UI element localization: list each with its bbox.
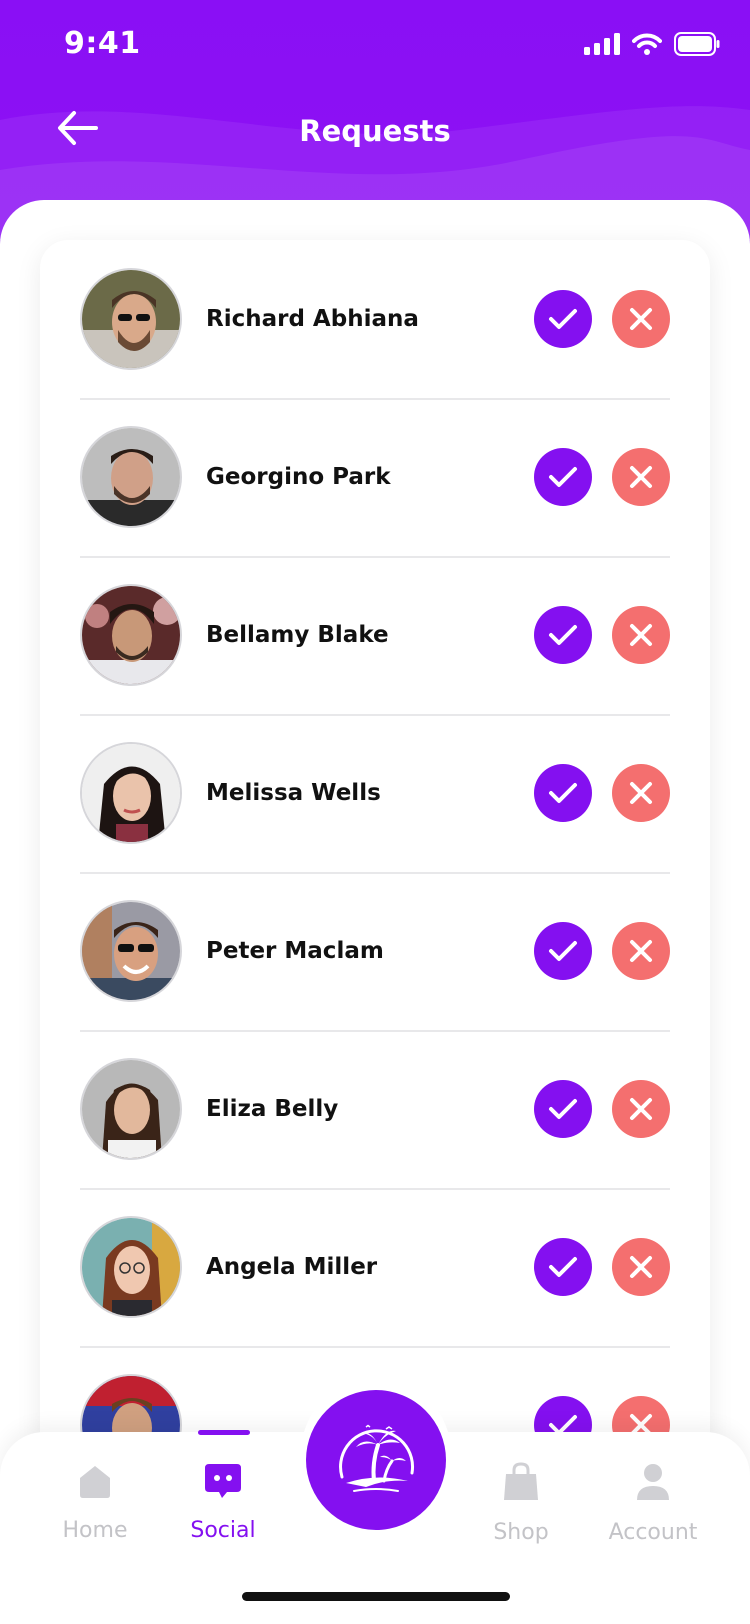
check-icon [549, 625, 577, 645]
close-icon [630, 940, 652, 962]
accept-button[interactable] [534, 448, 592, 506]
tab-account[interactable]: Account [588, 1462, 718, 1545]
decline-button[interactable] [612, 448, 670, 506]
check-icon [549, 783, 577, 803]
request-row: Georgino Park [80, 398, 670, 558]
avatar [80, 1058, 182, 1160]
avatar [80, 268, 182, 370]
request-name: Angela Miller [206, 1254, 378, 1280]
accept-button[interactable] [534, 764, 592, 822]
request-name: Melissa Wells [206, 780, 381, 806]
request-row: Richard Abhiana [80, 240, 670, 400]
tab-social[interactable]: Social [158, 1462, 288, 1543]
tab-social-label: Social [190, 1518, 256, 1543]
close-icon [630, 1098, 652, 1120]
shopping-bag-icon [504, 1462, 538, 1500]
close-icon [630, 782, 652, 804]
palm-tree-logo-icon [339, 1424, 415, 1492]
close-icon [630, 308, 652, 330]
page-title: Requests [299, 114, 451, 148]
close-icon [630, 624, 652, 646]
avatar [80, 584, 182, 686]
accept-button[interactable] [534, 1080, 592, 1138]
decline-button[interactable] [612, 1238, 670, 1296]
request-row: Bellamy Blake [80, 556, 670, 716]
decline-button[interactable] [612, 764, 670, 822]
check-icon [549, 1099, 577, 1119]
accept-button[interactable] [534, 1238, 592, 1296]
accept-button[interactable] [534, 606, 592, 664]
tab-account-label: Account [608, 1520, 698, 1545]
home-icon [80, 1466, 110, 1498]
wifi-icon [632, 33, 662, 55]
chat-icon [205, 1464, 241, 1498]
request-row: Angela Miller [80, 1188, 670, 1348]
tab-home-label: Home [62, 1518, 128, 1543]
status-icons [584, 32, 720, 56]
decline-button[interactable] [612, 922, 670, 980]
signal-icon [584, 33, 620, 55]
request-row: Peter Maclam [80, 872, 670, 1032]
center-action-button[interactable] [306, 1390, 446, 1530]
check-icon [549, 941, 577, 961]
close-icon [630, 1256, 652, 1278]
requests-card: Richard Abhiana Georgino Park Bellamy Bl… [40, 240, 710, 1460]
tab-shop[interactable]: Shop [456, 1462, 586, 1545]
accept-button[interactable] [534, 290, 592, 348]
home-indicator [242, 1592, 510, 1601]
accept-button[interactable] [534, 922, 592, 980]
tab-shop-label: Shop [493, 1520, 549, 1545]
avatar [80, 742, 182, 844]
decline-button[interactable] [612, 1080, 670, 1138]
decline-button[interactable] [612, 290, 670, 348]
check-icon [549, 467, 577, 487]
request-row: Melissa Wells [80, 714, 670, 874]
status-time: 9:41 [64, 26, 141, 61]
tab-home[interactable]: Home [30, 1462, 160, 1543]
request-name: Georgino Park [206, 464, 391, 490]
decline-button[interactable] [612, 606, 670, 664]
active-tab-indicator [198, 1430, 250, 1435]
request-row: Eliza Belly [80, 1030, 670, 1190]
avatar [80, 426, 182, 528]
user-icon [637, 1464, 669, 1500]
request-name: Peter Maclam [206, 938, 384, 964]
close-icon [630, 466, 652, 488]
request-name: Eliza Belly [206, 1096, 339, 1122]
battery-icon [674, 32, 720, 56]
avatar [80, 900, 182, 1002]
request-name: Richard Abhiana [206, 306, 419, 332]
check-icon [549, 1257, 577, 1277]
request-name: Bellamy Blake [206, 622, 389, 648]
check-icon [549, 309, 577, 329]
avatar [80, 1216, 182, 1318]
